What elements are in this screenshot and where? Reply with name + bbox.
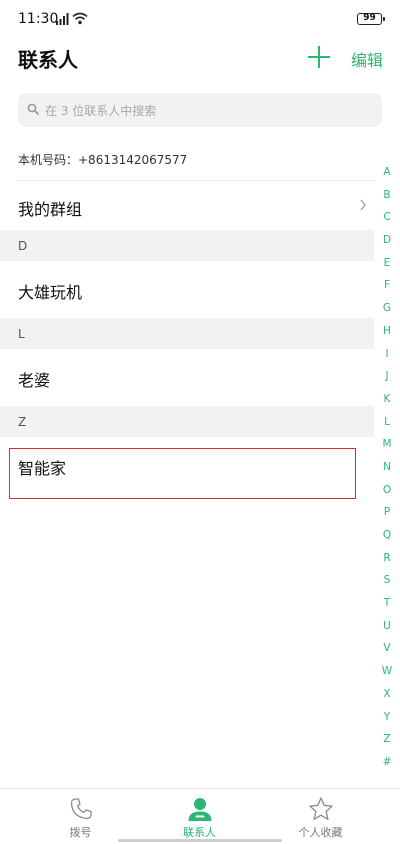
contact-person-icon [188,798,212,821]
contact-name: 老婆 [18,371,51,390]
index-letter[interactable]: I [378,343,396,366]
contact-name: 智能家 [18,459,67,478]
section-header-l: L [0,318,374,349]
index-letter[interactable]: C [378,206,396,229]
index-letter[interactable]: J [378,365,396,388]
divider [18,180,374,181]
chevron-right-icon [360,199,366,211]
index-letter[interactable]: F [378,274,396,297]
plus-icon[interactable] [306,44,332,70]
index-letter[interactable]: K [378,388,396,411]
index-letter[interactable]: Y [378,706,396,729]
index-letter[interactable]: S [378,569,396,592]
section-letter: Z [18,415,27,429]
index-letter[interactable]: N [378,456,396,479]
section-header-z: Z [0,406,374,437]
search-input[interactable]: 在 3 位联系人中搜索 [18,93,382,127]
index-letter[interactable]: X [378,683,396,706]
tab-favorites-label: 个人收藏 [298,826,343,839]
status-bar: 11:30 99 [0,0,400,38]
section-letter: L [18,327,25,341]
section-header-d: D [0,230,374,261]
index-letter[interactable]: B [378,184,396,207]
index-letter[interactable]: P [378,501,396,524]
tab-contacts[interactable]: 联系人 [133,789,266,844]
my-groups-row[interactable]: 我的群组 [0,182,374,228]
tab-favorites[interactable]: 个人收藏 [254,789,387,844]
contact-row[interactable]: 老婆 [0,349,374,406]
index-letter[interactable]: R [378,547,396,570]
index-letter[interactable]: # [378,751,396,774]
index-letter[interactable]: E [378,252,396,275]
edit-button[interactable]: 编辑 [351,47,383,71]
page-title: 联系人 [18,48,78,72]
index-letter[interactable]: O [378,479,396,502]
contact-row[interactable]: 智能家 [0,437,374,494]
section-letter: D [18,239,28,253]
index-letter[interactable]: V [378,637,396,660]
index-letter[interactable]: A [378,161,396,184]
index-letter[interactable]: T [378,592,396,615]
bottom-navigation: 拨号 联系人 个人收藏 [0,788,400,844]
cellular-signal-icon [56,13,69,25]
phone-icon [70,798,92,820]
status-time: 11:30 [18,11,59,27]
tab-contacts-label: 联系人 [183,826,216,839]
contact-name: 大雄玩机 [18,283,83,302]
app-header: 联系人 编辑 [0,38,400,80]
index-letter[interactable]: H [378,320,396,343]
index-letter[interactable]: W [378,660,396,683]
search-placeholder: 在 3 位联系人中搜索 [45,104,157,118]
index-letter[interactable]: G [378,297,396,320]
index-letter[interactable]: Q [378,524,396,547]
search-icon [27,103,39,115]
index-letter[interactable]: L [378,411,396,434]
wifi-icon [72,12,88,25]
star-icon [309,797,333,820]
index-letter[interactable]: U [378,615,396,638]
my-groups-label: 我的群组 [18,200,83,219]
battery-indicator: 99 [357,13,385,25]
index-letter[interactable]: M [378,433,396,456]
tab-dialer-label: 拨号 [69,826,92,839]
tab-dialer[interactable]: 拨号 [14,789,147,844]
my-phone-number: 本机号码：+8613142067577 [18,153,188,167]
index-letter[interactable]: Z [378,728,396,751]
home-indicator [118,839,282,842]
index-letter[interactable]: D [378,229,396,252]
alphabet-index-bar[interactable]: A B C D E F G H I J K L M N O P Q R S T U V W X Y Z # [378,161,396,774]
contact-row[interactable]: 大雄玩机 [0,261,374,318]
